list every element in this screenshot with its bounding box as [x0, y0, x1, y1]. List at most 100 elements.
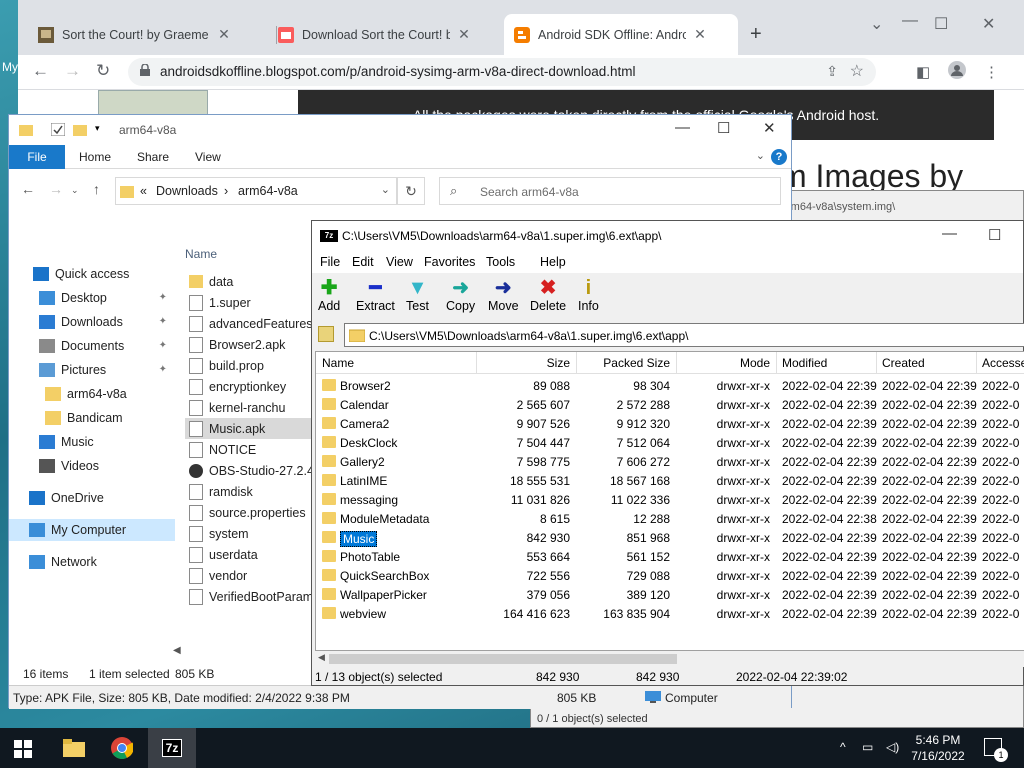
list-item[interactable]: ramdisk: [185, 481, 315, 502]
address-bar[interactable]: androidsdkoffline.blogspot.com/p/android…: [128, 58, 876, 86]
column-header-accessed[interactable]: Accesse: [982, 356, 1024, 370]
nav-item-my-computer[interactable]: My Computer: [9, 519, 175, 541]
column-header-name[interactable]: Name: [185, 247, 217, 261]
help-icon[interactable]: ?: [771, 149, 787, 165]
network-icon[interactable]: ▭: [862, 740, 873, 754]
column-divider[interactable]: [876, 352, 877, 374]
column-divider[interactable]: [776, 352, 777, 374]
copy-button[interactable]: ➜ Copy: [446, 277, 475, 313]
close-icon[interactable]: ✕: [692, 26, 708, 43]
table-row[interactable]: PhotoTable 553 664 561 152 drwxr-xr-x 2022-0…: [316, 547, 1024, 566]
customize-toolbar-icon[interactable]: ▾: [95, 123, 109, 136]
tab-share[interactable]: Share: [137, 145, 169, 169]
tab-home[interactable]: Home: [79, 145, 111, 169]
volume-icon[interactable]: ◁): [886, 740, 899, 754]
taskbar-file-explorer[interactable]: [50, 728, 98, 768]
tab-file[interactable]: File: [9, 145, 65, 169]
table-row[interactable]: DeskClock 7 504 447 7 512 064 drwxr-xr-x 202…: [316, 433, 1024, 452]
chevron-down-icon[interactable]: ⌄: [381, 183, 390, 196]
list-item[interactable]: kernel-ranchu: [185, 397, 315, 418]
breadcrumb-downloads[interactable]: Downloads: [156, 184, 218, 198]
scrollbar-thumb[interactable]: [329, 654, 677, 664]
desktop-icon-label[interactable]: My: [2, 60, 18, 74]
horizontal-scrollbar[interactable]: ◀: [315, 651, 1024, 667]
7zip-path-field[interactable]: C:\Users\VM5\Downloads\arm64-v8a\1.super…: [344, 323, 1024, 347]
list-item[interactable]: encryptionkey: [185, 376, 315, 397]
forward-icon[interactable]: →: [64, 61, 81, 81]
table-row[interactable]: Gallery2 7 598 775 7 606 272 drwxr-xr-x 2022…: [316, 452, 1024, 471]
table-row[interactable]: messaging 11 031 826 11 022 336 drwxr-xr-x 2…: [316, 490, 1024, 509]
minimize-button[interactable]: —: [942, 225, 957, 242]
search-box[interactable]: ⌕ Search arm64-v8a: [439, 177, 781, 205]
menu-help[interactable]: Help: [540, 255, 566, 269]
new-folder-icon[interactable]: [73, 123, 87, 136]
clock[interactable]: 5:46 PM 7/16/2022: [908, 732, 968, 764]
table-row[interactable]: WallpaperPicker 379 056 389 120 drwxr-xr-x 2…: [316, 585, 1024, 604]
nav-item-pictures[interactable]: Pictures ✦: [9, 359, 175, 381]
info-button[interactable]: i Info: [578, 277, 599, 313]
table-row[interactable]: Camera2 9 907 526 9 912 320 drwxr-xr-x 2022-…: [316, 414, 1024, 433]
menu-file[interactable]: File: [320, 255, 340, 269]
explorer-address-bar[interactable]: « Downloads › arm64-v8a ⌄: [115, 177, 397, 205]
nav-item-quick-access[interactable]: Quick access: [9, 263, 175, 285]
column-header-modified[interactable]: Modified: [782, 356, 827, 370]
back-icon[interactable]: ←: [21, 181, 35, 197]
list-item[interactable]: Music.apk: [185, 418, 315, 439]
column-header-name[interactable]: Name: [322, 356, 354, 370]
list-item[interactable]: VerifiedBootParams.: [185, 586, 315, 607]
expand-ribbon-icon[interactable]: ⌄: [756, 149, 765, 162]
nav-item-bandicam[interactable]: Bandicam: [9, 407, 175, 429]
delete-button[interactable]: ✖ Delete: [530, 277, 566, 313]
nav-item-desktop[interactable]: Desktop ✦: [9, 287, 175, 309]
list-item[interactable]: build.prop: [185, 355, 315, 376]
list-item[interactable]: 1.super: [185, 292, 315, 313]
menu-edit[interactable]: Edit: [352, 255, 374, 269]
list-item[interactable]: NOTICE: [185, 439, 315, 460]
minimize-button[interactable]: —: [902, 12, 918, 30]
list-item[interactable]: OBS-Studio-27.2.4-F: [185, 460, 315, 481]
breadcrumb-overflow[interactable]: «: [140, 184, 147, 198]
tab-view[interactable]: View: [195, 145, 221, 169]
test-button[interactable]: ▼ Test: [406, 277, 429, 313]
side-panel-icon[interactable]: ◧: [916, 63, 930, 81]
forward-icon[interactable]: →: [49, 181, 63, 197]
nav-item-downloads[interactable]: Downloads ✦: [9, 311, 175, 333]
nav-item-arm64-v8a[interactable]: arm64-v8a: [9, 383, 175, 405]
table-row[interactable]: Calendar 2 565 607 2 572 288 drwxr-xr-x 2022…: [316, 395, 1024, 414]
tab-search-icon[interactable]: ⌄: [870, 14, 883, 34]
show-hidden-icons-icon[interactable]: ^: [840, 740, 846, 754]
list-item[interactable]: userdata: [185, 544, 315, 565]
move-button[interactable]: ➜ Move: [488, 277, 519, 313]
add-button[interactable]: ✚ Add: [318, 277, 340, 313]
up-folder-icon[interactable]: [318, 326, 334, 342]
extract-button[interactable]: ━ Extract: [356, 277, 395, 313]
table-row[interactable]: QuickSearchBox 722 556 729 088 drwxr-xr-x 20…: [316, 566, 1024, 585]
table-row[interactable]: webview 164 416 623 163 835 904 drwxr-xr-x 2…: [316, 604, 1024, 623]
scroll-left-icon[interactable]: ◀: [173, 645, 181, 656]
close-icon[interactable]: ✕: [456, 26, 472, 43]
refresh-button[interactable]: ↻: [397, 177, 425, 205]
nav-item-onedrive[interactable]: OneDrive: [9, 487, 175, 509]
list-item[interactable]: system: [185, 523, 315, 544]
column-header-mode[interactable]: Mode: [676, 356, 770, 370]
new-tab-button[interactable]: +: [750, 24, 762, 44]
properties-icon[interactable]: [51, 123, 65, 136]
nav-item-music[interactable]: Music: [9, 431, 175, 453]
up-icon[interactable]: ↑: [93, 181, 100, 197]
list-item[interactable]: Browser2.apk: [185, 334, 315, 355]
share-icon[interactable]: ⇪: [826, 63, 838, 80]
nav-item-network[interactable]: Network: [9, 551, 175, 573]
menu-favorites[interactable]: Favorites: [424, 255, 475, 269]
taskbar-chrome[interactable]: [98, 728, 146, 768]
minimize-button[interactable]: —: [675, 119, 690, 136]
column-header-size[interactable]: Size: [476, 356, 570, 370]
close-window-button[interactable]: ✕: [982, 14, 995, 34]
maximize-button[interactable]: ☐: [988, 226, 1001, 244]
windows-start-icon[interactable]: [14, 740, 32, 758]
column-header-created[interactable]: Created: [882, 356, 925, 370]
list-item[interactable]: advancedFeatures: [185, 313, 315, 334]
tab-android-sdk-offline[interactable]: Android SDK Offline: Android System Imag…: [504, 14, 738, 55]
menu-view[interactable]: View: [386, 255, 413, 269]
column-header-packed-size[interactable]: Packed Size: [576, 356, 670, 370]
list-item[interactable]: data: [185, 271, 315, 292]
